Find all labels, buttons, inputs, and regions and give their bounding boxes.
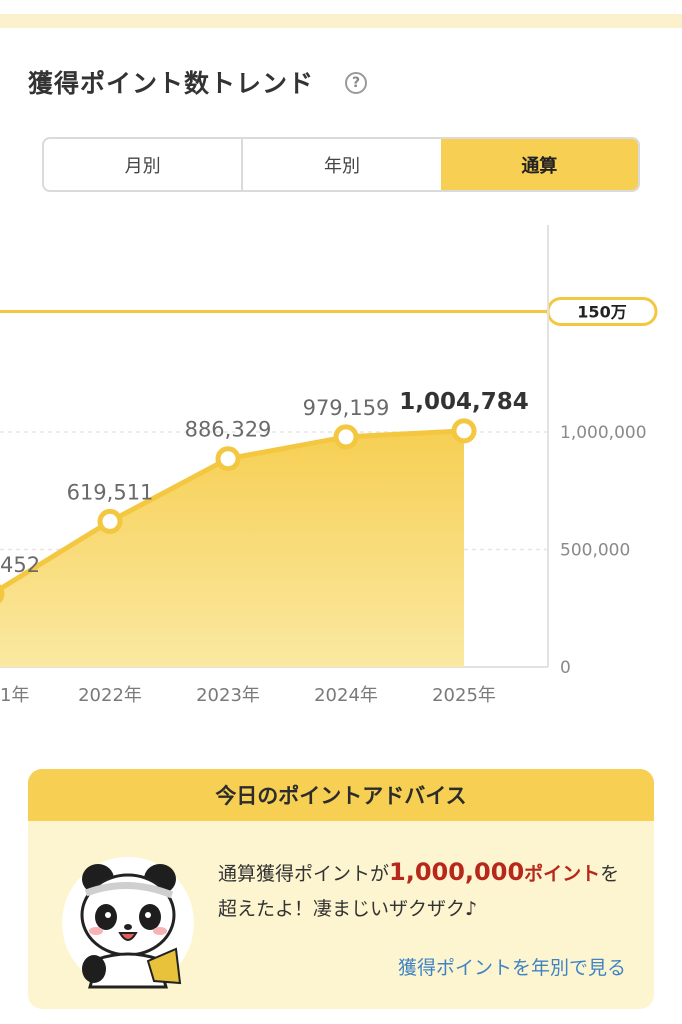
value-label: 979,159: [303, 396, 390, 420]
advice-title: 今日のポイントアドバイス: [28, 769, 654, 821]
value-label: 886,329: [185, 418, 272, 442]
value-label: 452: [0, 553, 40, 577]
advice-message: 通算獲得ポイントが1,000,000ポイントを超えたよ！凄まじいザクザク♪: [218, 855, 628, 927]
category-label: 2025年: [432, 685, 496, 706]
tab-yearly[interactable]: 年別: [241, 139, 440, 190]
yearly-points-link[interactable]: 獲得ポイントを年別で見る: [398, 953, 626, 980]
category-label: 1年: [0, 685, 29, 706]
data-point: [215, 446, 241, 472]
tab-monthly[interactable]: 月別: [44, 139, 241, 190]
top-banner-strip: [0, 14, 682, 28]
y-tick-label: 0: [560, 658, 571, 678]
points-trend-chart: 150万 452 1年 619,511 2022年 886,329 2023年 979,15…: [0, 225, 658, 706]
advice-card: 今日のポイントアドバイス 通算獲得ポイントが1,000,000ポイントを超えたよ…: [28, 769, 654, 1009]
value-label: 619,511: [67, 480, 154, 504]
y-tick-label: 500,000: [560, 541, 630, 561]
period-tabs: 月別 年別 通算: [42, 137, 640, 192]
category-label: 2024年: [314, 685, 378, 706]
value-label: 1,004,784: [399, 389, 529, 415]
category-label: 2022年: [78, 685, 142, 706]
y-tick-label: 1,000,000: [560, 423, 647, 443]
data-point: [0, 584, 5, 604]
advice-highlight-unit: ポイント: [524, 863, 601, 885]
data-point: [97, 508, 123, 534]
question-circle-icon[interactable]: ?: [345, 72, 367, 94]
data-point: [451, 418, 477, 444]
target-label: 150万: [577, 303, 626, 322]
advice-message-prefix: 通算獲得ポイントが: [218, 863, 390, 885]
tab-cumulative[interactable]: 通算: [440, 139, 638, 190]
advice-highlight-number: 1,000,000: [389, 858, 525, 886]
category-label: 2023年: [196, 685, 260, 706]
panda-mascot-icon: [62, 857, 194, 989]
page-title: 獲得ポイント数トレンド: [28, 69, 315, 98]
data-point: [333, 424, 359, 450]
